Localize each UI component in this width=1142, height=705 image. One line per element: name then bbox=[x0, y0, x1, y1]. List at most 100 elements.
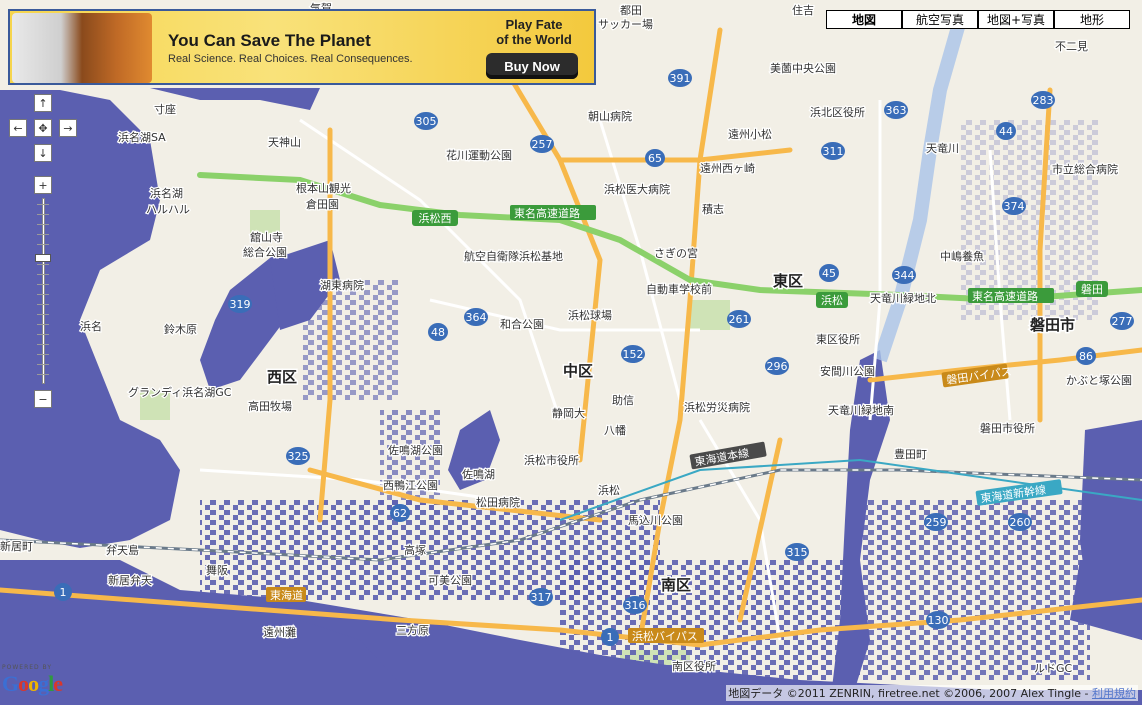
svg-text:364: 364 bbox=[466, 311, 487, 324]
zoom-tick bbox=[37, 304, 49, 305]
svg-text:259: 259 bbox=[926, 516, 947, 529]
map-type-satellite-button[interactable]: 航空写真 bbox=[902, 10, 978, 29]
svg-text:八幡: 八幡 bbox=[604, 423, 626, 437]
svg-text:363: 363 bbox=[886, 104, 907, 117]
map-type-hybrid-button[interactable]: 地図+写真 bbox=[978, 10, 1054, 29]
svg-text:東名高速道路: 東名高速道路 bbox=[514, 206, 580, 220]
svg-text:湖東病院: 湖東病院 bbox=[320, 278, 364, 292]
svg-text:助信: 助信 bbox=[612, 393, 634, 407]
svg-text:根本山観光: 根本山観光 bbox=[296, 181, 351, 195]
zoom-tick bbox=[37, 314, 49, 315]
svg-text:遠州西ヶ崎: 遠州西ヶ崎 bbox=[700, 161, 755, 175]
svg-text:美薗中央公園: 美薗中央公園 bbox=[770, 62, 836, 75]
svg-text:倉田園: 倉田園 bbox=[306, 197, 339, 211]
svg-text:296: 296 bbox=[767, 360, 788, 373]
svg-text:283: 283 bbox=[1033, 94, 1054, 107]
svg-text:65: 65 bbox=[648, 152, 662, 165]
svg-text:サッカー場: サッカー場 bbox=[598, 18, 653, 31]
zoom-slider[interactable] bbox=[35, 198, 51, 384]
svg-text:浜北区役所: 浜北区役所 bbox=[810, 105, 865, 119]
svg-text:朝山病院: 朝山病院 bbox=[588, 109, 632, 123]
zoom-in-button[interactable]: + bbox=[34, 176, 52, 194]
svg-text:天竜川緑地北: 天竜川緑地北 bbox=[870, 291, 936, 305]
svg-text:住吉: 住吉 bbox=[792, 3, 814, 17]
svg-text:総合公園: 総合公園 bbox=[243, 245, 287, 259]
svg-text:天竜川緑地南: 天竜川緑地南 bbox=[828, 403, 894, 417]
svg-text:中区: 中区 bbox=[563, 362, 593, 380]
ad-fate-text: Play Fate of the World bbox=[484, 17, 584, 47]
svg-text:中嶋養魚: 中嶋養魚 bbox=[940, 249, 984, 263]
svg-text:佐鳴湖: 佐鳴湖 bbox=[462, 467, 495, 481]
svg-text:浜松: 浜松 bbox=[821, 293, 843, 307]
svg-text:317: 317 bbox=[531, 591, 552, 604]
svg-text:152: 152 bbox=[623, 348, 644, 361]
svg-text:277: 277 bbox=[1112, 315, 1133, 328]
ad-fate-line1: Play Fate bbox=[505, 17, 563, 32]
svg-text:44: 44 bbox=[999, 125, 1013, 138]
google-logo[interactable]: POWERED BY Google bbox=[2, 664, 63, 697]
svg-text:新居町: 新居町 bbox=[0, 539, 33, 553]
zoom-tick bbox=[37, 234, 49, 235]
svg-text:東海道: 東海道 bbox=[270, 588, 303, 602]
svg-text:62: 62 bbox=[393, 507, 407, 520]
svg-text:ハルハル: ハルハル bbox=[146, 203, 190, 216]
zoom-tick bbox=[37, 364, 49, 365]
zoom-tick bbox=[37, 204, 49, 205]
svg-text:東区役所: 東区役所 bbox=[816, 332, 860, 346]
svg-text:かぶと塚公園: かぶと塚公園 bbox=[1066, 374, 1132, 387]
svg-text:高塚: 高塚 bbox=[404, 543, 426, 557]
svg-text:天竜川: 天竜川 bbox=[926, 141, 959, 155]
svg-text:86: 86 bbox=[1079, 350, 1093, 363]
zoom-tick bbox=[37, 354, 49, 355]
svg-text:佐鳴湖公園: 佐鳴湖公園 bbox=[388, 443, 443, 457]
map-canvas[interactable]: 257 391 305 65 311 363 283 44 374 45 344… bbox=[0, 0, 1142, 705]
zoom-tick bbox=[37, 344, 49, 345]
pan-right-button[interactable]: → bbox=[59, 119, 77, 137]
svg-text:舞阪: 舞阪 bbox=[206, 563, 228, 577]
svg-text:319: 319 bbox=[230, 298, 251, 311]
svg-text:西区: 西区 bbox=[267, 368, 297, 386]
svg-text:浜松市役所: 浜松市役所 bbox=[524, 453, 579, 467]
svg-text:ルドGC: ルドGC bbox=[1034, 662, 1073, 675]
zoom-tick bbox=[37, 224, 49, 225]
zoom-tick bbox=[37, 244, 49, 245]
zoom-tick bbox=[37, 334, 49, 335]
terms-of-use-link[interactable]: 利用規約 bbox=[1092, 687, 1136, 700]
svg-text:374: 374 bbox=[1004, 200, 1025, 213]
pan-down-button[interactable]: ↓ bbox=[34, 144, 52, 162]
zoom-slider-handle[interactable] bbox=[35, 254, 51, 262]
google-wordmark: Google bbox=[2, 671, 63, 696]
svg-text:遠州小松: 遠州小松 bbox=[728, 127, 772, 141]
pan-center-button[interactable]: ✥ bbox=[34, 119, 52, 137]
map-type-map-button[interactable]: 地図 bbox=[826, 10, 902, 29]
svg-text:積志: 積志 bbox=[702, 202, 724, 216]
ad-subline: Real Science. Real Choices. Real Consequ… bbox=[168, 53, 413, 65]
zoom-tick bbox=[37, 374, 49, 375]
svg-text:新居弁天: 新居弁天 bbox=[108, 573, 152, 587]
svg-text:315: 315 bbox=[787, 546, 808, 559]
zoom-tick bbox=[37, 294, 49, 295]
svg-text:遠州灘: 遠州灘 bbox=[263, 626, 296, 639]
svg-text:東区: 東区 bbox=[773, 272, 803, 290]
svg-text:鈴木原: 鈴木原 bbox=[164, 322, 197, 336]
buy-now-button[interactable]: Buy Now bbox=[486, 53, 578, 79]
zoom-slider-track bbox=[42, 198, 45, 384]
advertisement-banner[interactable]: You Can Save The Planet Real Science. Re… bbox=[8, 9, 596, 85]
svg-text:豊田町: 豊田町 bbox=[894, 448, 927, 461]
svg-text:可美公園: 可美公園 bbox=[428, 574, 472, 587]
zoom-tick bbox=[37, 274, 49, 275]
pan-up-button[interactable]: ↑ bbox=[34, 94, 52, 112]
svg-text:松田病院: 松田病院 bbox=[476, 495, 520, 509]
svg-text:浜松西: 浜松西 bbox=[419, 211, 452, 225]
svg-text:浜名湖: 浜名湖 bbox=[150, 186, 183, 200]
svg-text:316: 316 bbox=[625, 599, 646, 612]
svg-text:グランディ浜名湖GC: グランディ浜名湖GC bbox=[128, 385, 232, 399]
svg-text:305: 305 bbox=[416, 115, 437, 128]
zoom-out-button[interactable]: − bbox=[34, 390, 52, 408]
copyright-notice: 地図データ ©2011 ZENRIN, firetree.net ©2006, … bbox=[726, 685, 1138, 701]
svg-text:311: 311 bbox=[823, 145, 844, 158]
svg-text:西鴨江公園: 西鴨江公園 bbox=[383, 478, 438, 492]
map-type-terrain-button[interactable]: 地形 bbox=[1054, 10, 1130, 29]
svg-text:静岡大: 静岡大 bbox=[552, 406, 585, 420]
pan-left-button[interactable]: ← bbox=[9, 119, 27, 137]
